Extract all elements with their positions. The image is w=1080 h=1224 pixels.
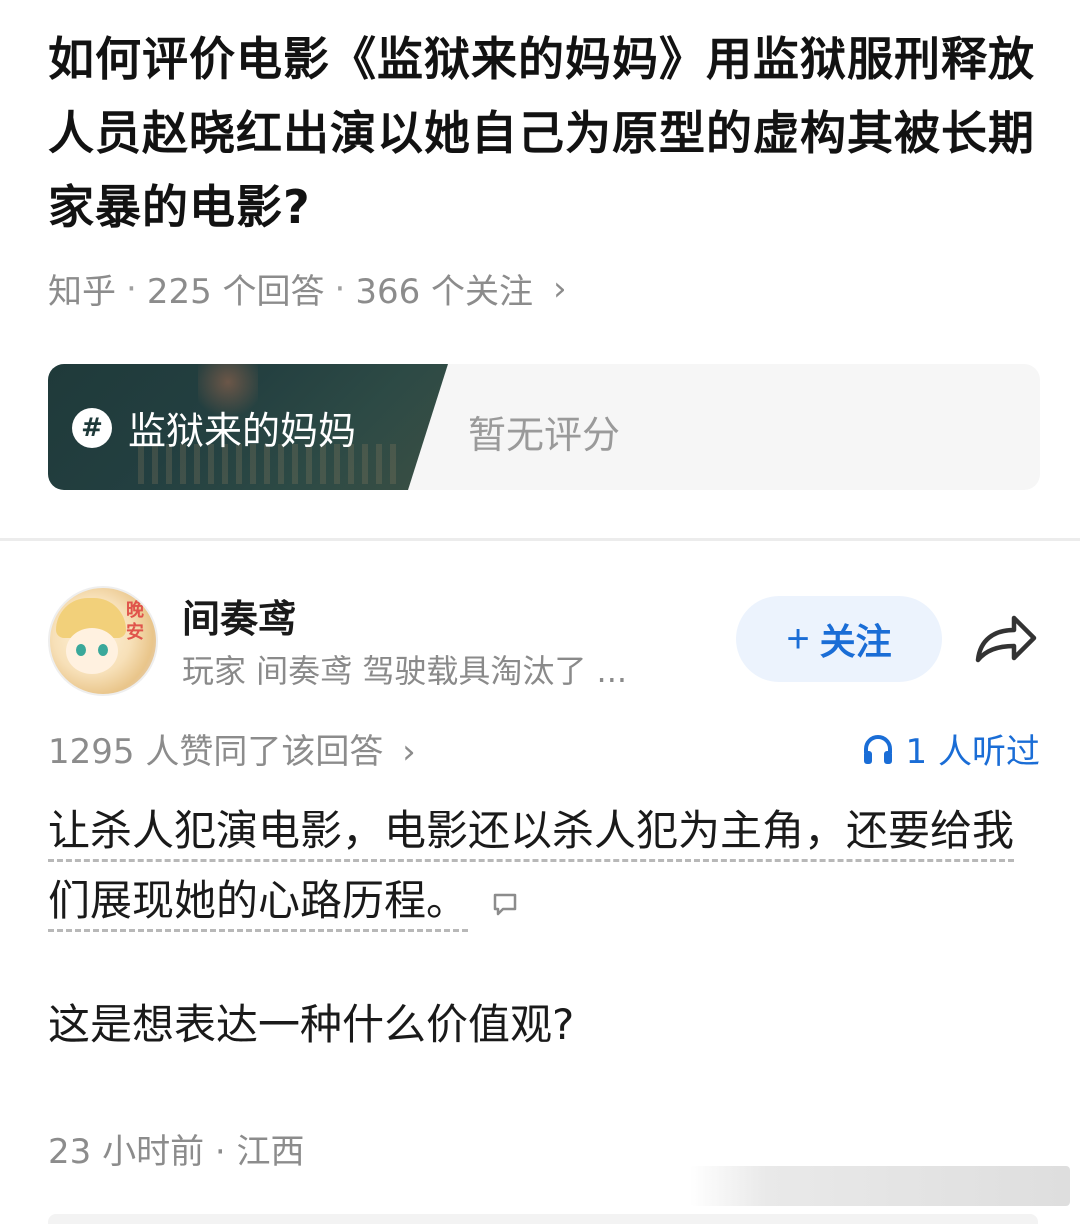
agree-count[interactable]: 1295 人赞同了该回答 ›: [48, 724, 416, 773]
hash-icon: #: [72, 408, 112, 448]
location-text: 江西: [236, 1132, 305, 1172]
question-meta[interactable]: 知乎 · 225 个回答 · 366 个关注 ›: [48, 264, 567, 313]
topic-name: 监狱来的妈妈: [128, 409, 357, 453]
chevron-right-icon: ›: [553, 268, 567, 309]
answers-count: 225 个回答: [146, 272, 325, 312]
watermark: [690, 1166, 1070, 1206]
section-divider: [0, 538, 1080, 541]
meta-separator: ·: [334, 268, 346, 309]
answer-highlight[interactable]: 让杀人犯演电影，电影还以杀人犯为主角，还要给我们展现她的心路历程。: [48, 806, 1015, 932]
topic-rating: 暂无评分: [468, 413, 621, 457]
source-label: 知乎: [48, 272, 116, 312]
comment-bubble-icon[interactable]: [491, 890, 519, 918]
topic-card[interactable]: # 监狱来的妈妈 暂无评分: [48, 364, 1040, 490]
author-bio: 玩家 间奏鸢 驾驶载具淘汰了 ...: [182, 652, 628, 690]
chevron-right-icon: ›: [402, 732, 416, 772]
answer-timestamp: 23 小时前 · 江西: [48, 1124, 305, 1173]
bottom-bar: [48, 1214, 1038, 1224]
avatar-badge-text: 晚安: [126, 600, 144, 643]
meta-separator: ·: [126, 268, 137, 309]
answer-paragraph: 让杀人犯演电影，电影还以杀人犯为主角，还要给我们展现她的心路历程。: [48, 796, 1040, 936]
listened-text: 1 人听过: [905, 732, 1040, 772]
time-separator: ·: [214, 1132, 226, 1172]
follow-label: 关注: [819, 621, 892, 662]
share-arrow-icon[interactable]: [970, 606, 1040, 672]
time-text: 23 小时前: [48, 1132, 205, 1172]
author-name[interactable]: 间奏鸢: [182, 588, 296, 643]
agree-text: 1295 人赞同了该回答: [48, 732, 384, 772]
avatar[interactable]: 晚安: [48, 586, 158, 696]
headphones-icon: [863, 734, 892, 764]
listen-indicator[interactable]: 1 人听过: [860, 724, 1040, 773]
answer-page: 如何评价电影《监狱来的妈妈》用监狱服刑释放人员赵晓红出演以她自己为原型的虚构其被…: [0, 0, 1080, 1224]
plus-icon: +: [786, 616, 810, 661]
answer-paragraph: 这是想表达一种什么价值观?: [48, 1000, 575, 1049]
follow-button[interactable]: + 关注: [736, 596, 942, 682]
followers-count: 366 个关注: [355, 272, 534, 312]
question-title[interactable]: 如何评价电影《监狱来的妈妈》用监狱服刑释放人员赵晓红出演以她自己为原型的虚构其被…: [48, 22, 1038, 244]
